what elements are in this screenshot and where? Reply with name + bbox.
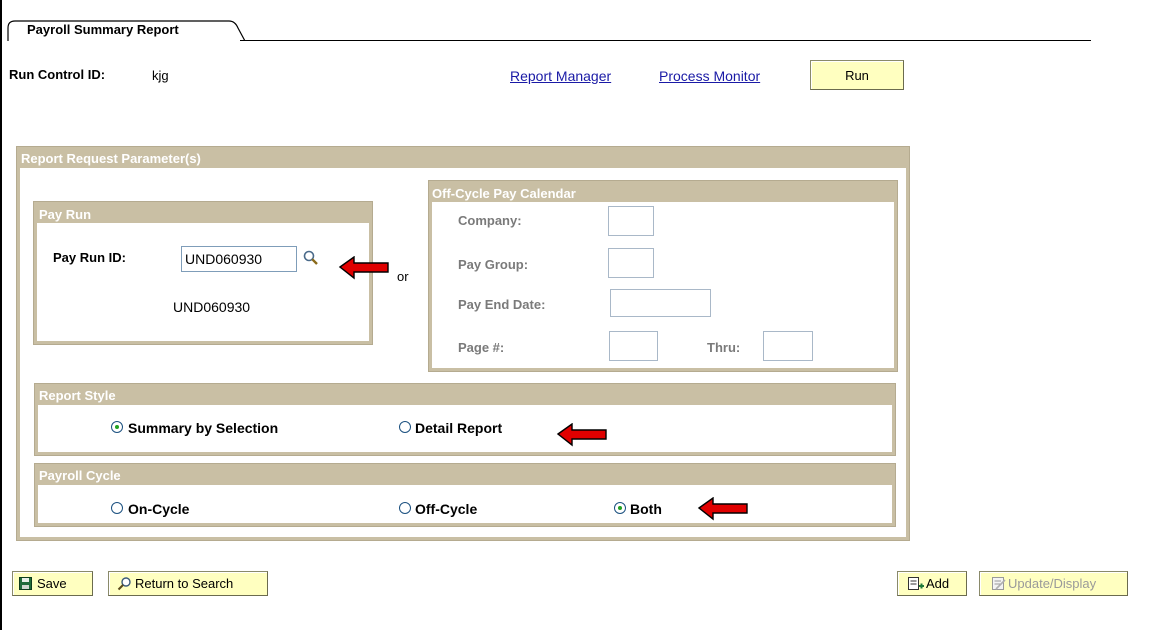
thru-label: Thru: xyxy=(707,340,741,355)
search-icon xyxy=(117,576,132,591)
both-radio[interactable] xyxy=(614,502,626,514)
pay-end-date-label: Pay End Date: xyxy=(458,297,546,312)
group-title: Payroll Cycle xyxy=(39,468,121,483)
group-title: Report Style xyxy=(39,388,116,403)
save-icon xyxy=(19,577,32,590)
group-title: Report Request Parameter(s) xyxy=(21,151,201,166)
save-button[interactable]: Save xyxy=(12,571,93,596)
off-cycle-radio[interactable] xyxy=(399,502,411,514)
run-control-label: Run Control ID: xyxy=(9,67,106,82)
or-text: or xyxy=(397,269,409,284)
return-to-search-button[interactable]: Return to Search xyxy=(108,571,268,596)
update-display-icon xyxy=(992,576,1006,591)
run-control-value: kjg xyxy=(152,68,169,83)
save-label: Save xyxy=(37,576,67,591)
pay-run-body xyxy=(37,223,369,341)
page-number-input[interactable] xyxy=(609,331,658,361)
pay-group-input[interactable] xyxy=(608,248,654,278)
summary-by-selection-radio[interactable] xyxy=(111,421,123,433)
add-icon xyxy=(908,576,924,591)
summary-by-selection-label: Summary by Selection xyxy=(128,420,279,436)
page-number-label: Page #: xyxy=(458,340,505,355)
annotation-arrow xyxy=(338,256,389,280)
group-title: Pay Run xyxy=(39,207,92,222)
tab-label: Payroll Summary Report xyxy=(27,22,179,37)
group-title: Off-Cycle Pay Calendar xyxy=(432,186,576,201)
tab-payroll-summary-report[interactable]: Payroll Summary Report xyxy=(7,20,247,41)
annotation-arrow xyxy=(556,423,607,447)
off-cycle-label: Off-Cycle xyxy=(415,501,478,517)
both-label: Both xyxy=(630,501,662,517)
on-cycle-label: On-Cycle xyxy=(128,501,190,517)
return-to-search-label: Return to Search xyxy=(135,576,234,591)
process-monitor-link[interactable]: Process Monitor xyxy=(659,68,760,84)
lookup-icon[interactable] xyxy=(302,249,320,270)
detail-report-radio[interactable] xyxy=(399,421,411,433)
report-manager-link[interactable]: Report Manager xyxy=(510,68,611,84)
company-input[interactable] xyxy=(608,206,654,236)
detail-report-label: Detail Report xyxy=(415,420,503,436)
add-button[interactable]: Add xyxy=(897,571,967,596)
run-button[interactable]: Run xyxy=(810,60,904,90)
pay-run-id-input[interactable]: UND060930 xyxy=(181,246,297,272)
left-border xyxy=(0,0,2,630)
pay-end-date-input[interactable] xyxy=(610,289,711,317)
thru-input[interactable] xyxy=(763,331,813,361)
pay-run-id-label: Pay Run ID: xyxy=(53,250,126,265)
pay-run-description: UND060930 xyxy=(173,299,251,315)
add-label: Add xyxy=(926,576,950,591)
update-display-label: Update/Display xyxy=(1008,576,1097,591)
pay-group-label: Pay Group: xyxy=(458,257,529,272)
tab-underline xyxy=(240,40,1091,41)
company-label: Company: xyxy=(458,213,522,228)
annotation-arrow xyxy=(697,497,748,521)
update-display-button[interactable]: Update/Display xyxy=(979,571,1128,596)
on-cycle-radio[interactable] xyxy=(111,502,123,514)
